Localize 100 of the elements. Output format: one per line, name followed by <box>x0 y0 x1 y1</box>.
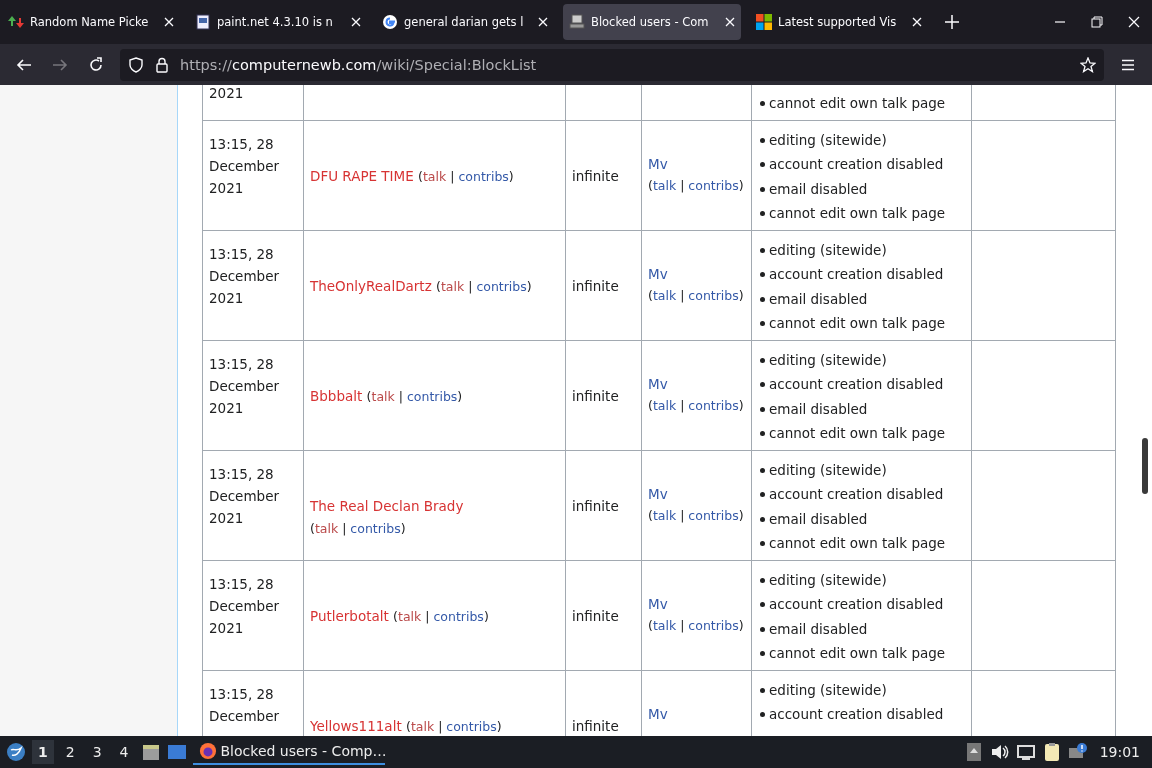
restriction-item: email disabled <box>758 176 965 202</box>
taskbar-task[interactable]: Blocked users - Comp… <box>192 739 385 765</box>
talk-link[interactable]: talk <box>422 168 447 184</box>
user-link[interactable]: Mv <box>648 375 668 392</box>
contribs-link[interactable]: contribs <box>688 397 739 413</box>
separator: | <box>398 388 403 404</box>
separator: | <box>680 287 685 303</box>
timestamp: 2021 <box>209 85 245 101</box>
user-link[interactable]: Mv <box>648 155 668 172</box>
close-icon[interactable] <box>164 17 174 27</box>
close-icon[interactable] <box>1128 16 1140 28</box>
contribs-link[interactable]: contribs <box>688 507 739 523</box>
user-link[interactable]: Putlerbotalt <box>310 607 389 624</box>
timestamp: 13:15, 28 December 2021 <box>209 464 280 528</box>
file-manager-icon[interactable] <box>140 742 161 762</box>
parenthesis: ( <box>406 718 411 734</box>
restriction-item: editing (sitewide) <box>758 457 965 483</box>
talk-link[interactable]: talk <box>440 278 465 294</box>
contribs-link[interactable]: contribs <box>350 520 401 536</box>
user-link[interactable]: TheOnlyRealDartz <box>310 277 432 294</box>
browser-tab[interactable]: paint.net 4.3.10 is n <box>189 4 367 40</box>
talk-link[interactable]: talk <box>371 388 395 404</box>
contribs-link[interactable]: contribs <box>688 617 739 633</box>
restriction-item: email disabled <box>758 616 965 642</box>
user-link[interactable]: DFU RAPE TIME <box>310 167 414 184</box>
contribs-link[interactable]: contribs <box>688 287 739 303</box>
user-link[interactable]: Mv <box>648 485 668 502</box>
reload-icon[interactable] <box>88 56 104 73</box>
scrollbar-thumb[interactable] <box>1142 438 1148 494</box>
restriction-item: cannot edit own talk page <box>758 421 965 446</box>
network-icon[interactable] <box>1015 742 1036 762</box>
user-link[interactable]: Mv <box>648 705 668 722</box>
close-icon[interactable] <box>351 17 361 27</box>
user-link[interactable]: Mv <box>648 595 668 612</box>
lock-icon[interactable] <box>154 56 170 73</box>
restriction-item: email disabled <box>758 286 965 312</box>
talk-link[interactable]: talk <box>410 718 435 734</box>
star-icon[interactable] <box>1080 56 1096 73</box>
timestamp: 13:15, 28 December 2021 <box>209 574 280 638</box>
parenthesis: ) <box>738 507 744 523</box>
restriction-item: editing (sitewide) <box>758 677 965 703</box>
browser-tab[interactable]: Blocked users - Com <box>563 4 741 40</box>
document-icon <box>195 14 211 30</box>
close-icon[interactable] <box>538 17 548 27</box>
contribs-link[interactable]: contribs <box>406 388 458 404</box>
close-icon[interactable] <box>725 17 735 27</box>
workspace-button[interactable]: 2 <box>59 740 81 764</box>
restore-icon[interactable] <box>1091 16 1103 28</box>
separator: | <box>680 617 685 633</box>
contribs-link[interactable]: contribs <box>688 177 739 193</box>
user-link[interactable]: Bbbbalt <box>310 387 363 404</box>
separator: | <box>425 608 430 624</box>
g-logo-icon <box>382 14 398 30</box>
contribs-link[interactable]: contribs <box>476 278 527 294</box>
workspace-button[interactable]: 4 <box>113 740 135 764</box>
restriction-item: editing (sitewide) <box>758 567 965 593</box>
forward-icon[interactable] <box>52 56 68 73</box>
contribs-link[interactable]: contribs <box>458 168 509 184</box>
talk-link[interactable]: talk <box>652 507 677 523</box>
timestamp: 13:15, 28 December 2021 <box>209 134 280 198</box>
workspace-button[interactable]: 3 <box>86 740 108 764</box>
new-tab-icon[interactable] <box>945 15 959 29</box>
separator: | <box>680 177 685 193</box>
talk-link[interactable]: talk <box>398 608 422 624</box>
restriction-item: editing (sitewide) <box>758 127 965 153</box>
parenthesis: ) <box>738 177 744 193</box>
expiry-text: infinite <box>572 387 619 404</box>
talk-link[interactable]: talk <box>652 617 677 633</box>
separator: | <box>438 718 443 734</box>
address-bar[interactable]: https://computernewb.com/wiki/Special:BlockList <box>120 48 1104 81</box>
clock: 19:01 <box>1099 744 1140 760</box>
parenthesis: ) <box>483 608 489 624</box>
user-link[interactable]: The Real Declan Brady <box>310 497 464 514</box>
contribs-link[interactable]: contribs <box>433 608 484 624</box>
talk-link[interactable]: talk <box>314 520 339 536</box>
talk-link[interactable]: talk <box>652 287 677 303</box>
talk-link[interactable]: talk <box>652 177 677 193</box>
bird-logo-icon[interactable] <box>6 742 26 762</box>
close-icon[interactable] <box>912 17 922 27</box>
parenthesis: ( <box>648 287 653 303</box>
talk-link[interactable]: talk <box>652 397 677 413</box>
volume-icon[interactable] <box>989 742 1010 762</box>
back-icon[interactable] <box>16 56 32 73</box>
user-link[interactable]: Yellows111alt <box>310 717 402 734</box>
parenthesis: ) <box>526 278 532 294</box>
browser-tab[interactable]: general darian gets l <box>376 4 554 40</box>
browser-tab[interactable]: Random Name Picke <box>2 4 180 40</box>
parenthesis: ) <box>400 520 406 536</box>
user-link[interactable]: Mv <box>648 265 668 282</box>
shield-icon[interactable] <box>128 56 144 73</box>
contribs-link[interactable]: contribs <box>446 718 497 734</box>
parenthesis: ( <box>310 520 315 536</box>
workspace-button[interactable]: 1 <box>32 740 54 764</box>
desktop-icon[interactable] <box>166 742 187 762</box>
expiry-text: infinite <box>572 717 619 734</box>
restriction-item: cannot edit own talk page <box>758 90 965 116</box>
browser-tab[interactable]: Latest supported Vis <box>750 4 928 40</box>
timestamp: 13:15, 28 December <box>209 684 280 726</box>
parenthesis: ( <box>393 608 398 624</box>
separator: | <box>342 520 347 536</box>
